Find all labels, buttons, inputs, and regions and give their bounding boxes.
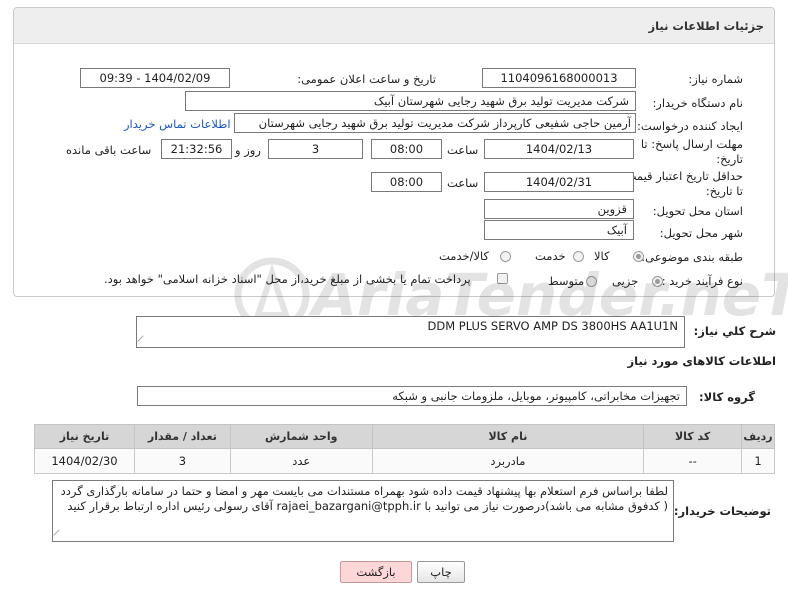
price-validity-label-2: تا تاریخ:: [705, 184, 743, 198]
reply-time-label: ساعت: [447, 143, 479, 157]
buyer-org-field: شرکت مدیریت تولید برق شهید رجایی شهرستان…: [185, 91, 636, 111]
reply-deadline-date: 1404/02/13: [484, 139, 634, 159]
reply-deadline-label-2: تاریخ:: [716, 152, 743, 166]
days-label: روز و: [235, 143, 261, 157]
goods-section-title: اطلاعات کالاهای مورد نیاز: [627, 354, 776, 368]
goods-table-header: ردیف کد کالا نام کالا واحد شمارش تعداد /…: [34, 424, 775, 449]
goods-table: ردیف کد کالا نام کالا واحد شمارش تعداد /…: [34, 424, 775, 474]
process-option-medium: متوسط: [548, 274, 585, 288]
buyer-contact-link[interactable]: اطلاعات تماس خریدار: [124, 117, 231, 131]
need-number-field: 1104096168000013: [482, 68, 636, 88]
province-field: قزوین: [484, 199, 634, 219]
announce-datetime-field: 1404/02/09 - 09:39: [80, 68, 230, 88]
cell-row: 1: [741, 448, 775, 474]
buyer-org-label: نام دستگاه خریدار:: [652, 96, 743, 110]
category-label: طبقه بندی موضوعی:: [641, 250, 743, 264]
city-field: آبیک: [484, 220, 634, 240]
requester-field: آرمین حاجی شفیعی کارپرداز شرکت مدیریت تو…: [234, 113, 636, 133]
province-label: استان محل تحویل:: [652, 204, 743, 218]
print-button[interactable]: چاپ: [417, 561, 465, 583]
reply-deadline-label: مهلت ارسال پاسخ: تا: [640, 137, 743, 151]
need-number-label: شماره نیاز:: [688, 72, 743, 86]
city-label: شهر محل تحویل:: [659, 226, 743, 240]
cell-code: --: [643, 448, 743, 474]
treasury-payment-checkbox[interactable]: [497, 273, 508, 284]
col-row: ردیف: [741, 424, 775, 449]
goods-group-field: تجهیزات مخابراتی، کامپیوتر، موبایل، ملزو…: [137, 386, 687, 406]
resize-handle-icon[interactable]: [53, 529, 65, 541]
cell-qty: 3: [133, 448, 231, 474]
price-validity-label: حداقل تاریخ اعتبار قیمت:: [621, 169, 743, 183]
category-option-service: خدمت: [535, 249, 566, 263]
remaining-label: ساعت باقی مانده: [66, 143, 152, 157]
col-date: تاریخ نیاز: [34, 424, 135, 449]
category-radio-service[interactable]: [573, 251, 584, 262]
category-option-goods: کالا: [594, 249, 610, 263]
general-description-text: DDM PLUS SERVO AMP DS 3800HS AA1U1N: [427, 319, 679, 333]
cell-date: 1404/02/30: [34, 448, 135, 474]
buyer-notes-field[interactable]: لطفا براساس فرم استعلام بها پیشنهاد قیمت…: [52, 480, 674, 542]
goods-group-label: گروه کالا:: [699, 390, 755, 404]
category-option-goods-service: کالا/خدمت: [439, 249, 490, 263]
col-name: نام کالا: [371, 424, 645, 449]
announce-datetime-label: تاریخ و ساعت اعلان عمومی:: [297, 72, 436, 86]
process-option-minor: جزیی: [612, 274, 639, 288]
process-radio-minor[interactable]: [652, 276, 663, 287]
price-time-label: ساعت: [447, 176, 479, 190]
general-description-label: شرح کلي نياز:: [693, 324, 776, 338]
remaining-days: 3: [268, 139, 363, 159]
buyer-notes-label: توضیحات خریدار:: [673, 504, 771, 518]
treasury-payment-note: پرداخت تمام یا بخشی از مبلغ خرید،از محل …: [104, 272, 471, 286]
reply-deadline-time: 08:00: [371, 139, 442, 159]
price-validity-date: 1404/02/31: [484, 172, 634, 192]
remaining-time: 21:32:56: [161, 139, 232, 159]
col-code: کد کالا: [643, 424, 743, 449]
buyer-notes-text: لطفا براساس فرم استعلام بها پیشنهاد قیمت…: [60, 484, 668, 513]
col-qty: تعداد / مقدار: [133, 424, 231, 449]
cell-name: مادربرد: [371, 448, 645, 474]
cell-unit: عدد: [229, 448, 373, 474]
category-radio-goods-service[interactable]: [500, 251, 511, 262]
resize-handle-icon[interactable]: [137, 335, 149, 347]
requester-label: ایجاد کننده درخواست:: [637, 119, 743, 133]
back-button[interactable]: بازگشت: [340, 561, 412, 583]
process-radio-medium[interactable]: [586, 276, 597, 287]
category-radio-goods[interactable]: [633, 251, 644, 262]
table-row: 1 -- مادربرد عدد 3 1404/02/30: [34, 448, 775, 474]
price-validity-time: 08:00: [371, 172, 442, 192]
page-title: جزئیات اطلاعات نیاز: [648, 19, 764, 33]
process-type-label: نوع فرآیند خرید :: [661, 274, 743, 288]
col-unit: واحد شمارش: [229, 424, 373, 449]
general-description-field[interactable]: DDM PLUS SERVO AMP DS 3800HS AA1U1N: [136, 316, 685, 348]
